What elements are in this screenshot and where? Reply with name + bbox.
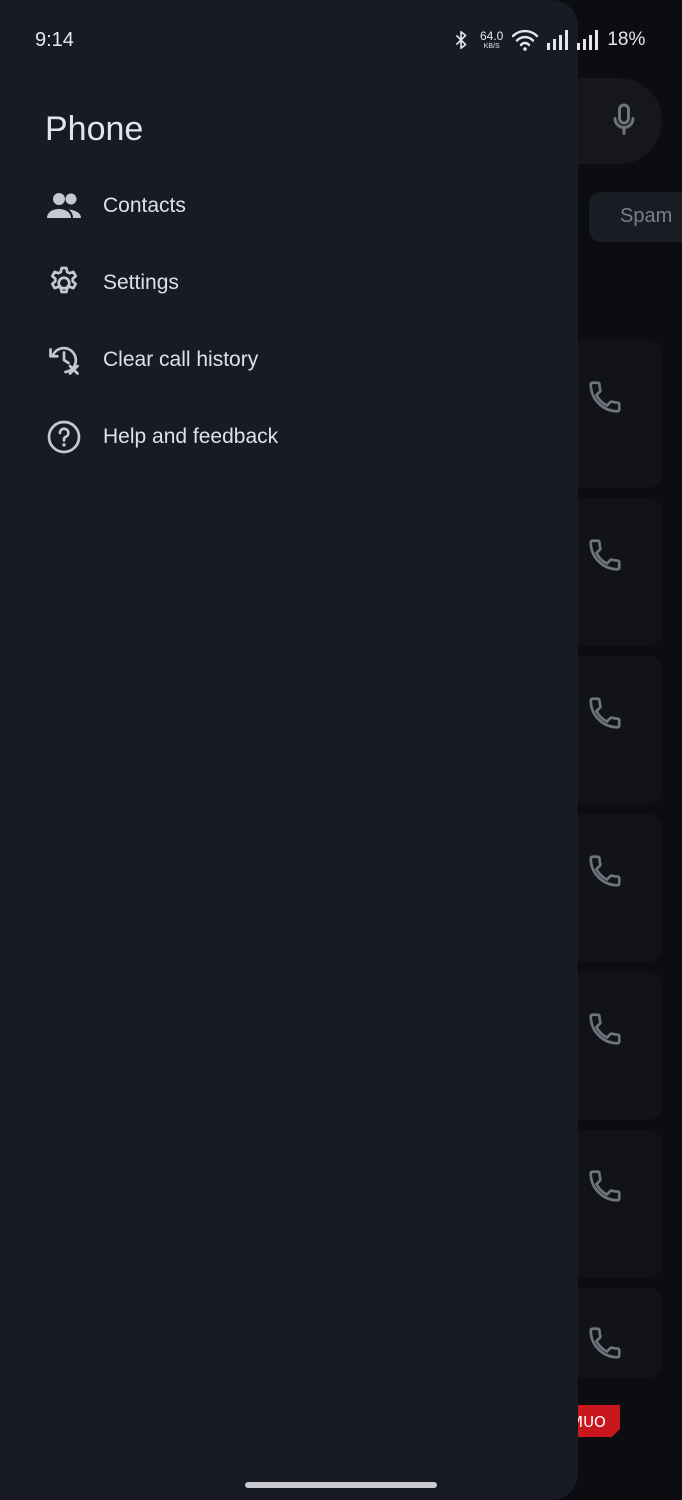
- navigation-drawer: 9:14 64.0 KB/S 18% Phone Contacts Settin…: [0, 0, 645, 1500]
- network-speed-value: 64.0: [480, 29, 504, 43]
- network-speed: 64.0 KB/S: [480, 30, 503, 50]
- drawer-title: Phone: [45, 110, 144, 148]
- menu-item-clear-call-history-label: Clear call history: [103, 347, 259, 371]
- bluetooth-icon: [455, 30, 467, 50]
- help-icon: [44, 417, 84, 457]
- menu-item-settings[interactable]: Settings: [0, 244, 578, 321]
- phone-icon[interactable]: [586, 536, 624, 574]
- menu-item-contacts-label: Contacts: [103, 193, 186, 217]
- contacts-icon: [44, 186, 84, 226]
- spam-chip-label: Spam: [620, 205, 673, 227]
- gear-icon: [44, 263, 84, 303]
- phone-icon[interactable]: [586, 378, 624, 416]
- network-speed-unit: KB/S: [483, 43, 500, 50]
- status-icons: 64.0 KB/S 18%: [450, 28, 645, 52]
- menu-item-clear-call-history[interactable]: Clear call history: [0, 321, 578, 398]
- signal-icon: [547, 30, 569, 50]
- phone-icon[interactable]: [586, 694, 624, 732]
- home-indicator[interactable]: [245, 1482, 437, 1488]
- phone-icon[interactable]: [586, 1167, 624, 1205]
- status-time: 9:14: [35, 29, 74, 51]
- wifi-icon: [512, 29, 539, 51]
- drawer-menu: Contacts Settings Clear call history Hel…: [0, 167, 578, 475]
- menu-item-help-and-feedback-label: Help and feedback: [103, 424, 279, 448]
- phone-icon[interactable]: [586, 1324, 624, 1362]
- phone-icon[interactable]: [586, 852, 624, 890]
- battery-percentage: 18%: [607, 29, 646, 50]
- menu-item-help-and-feedback[interactable]: Help and feedback: [0, 398, 578, 475]
- menu-item-settings-label: Settings: [103, 270, 179, 294]
- clear-history-icon: [44, 340, 84, 380]
- mic-icon[interactable]: [606, 100, 642, 140]
- menu-item-contacts[interactable]: Contacts: [0, 167, 578, 244]
- phone-icon[interactable]: [586, 1010, 624, 1048]
- signal-icon: [577, 30, 599, 50]
